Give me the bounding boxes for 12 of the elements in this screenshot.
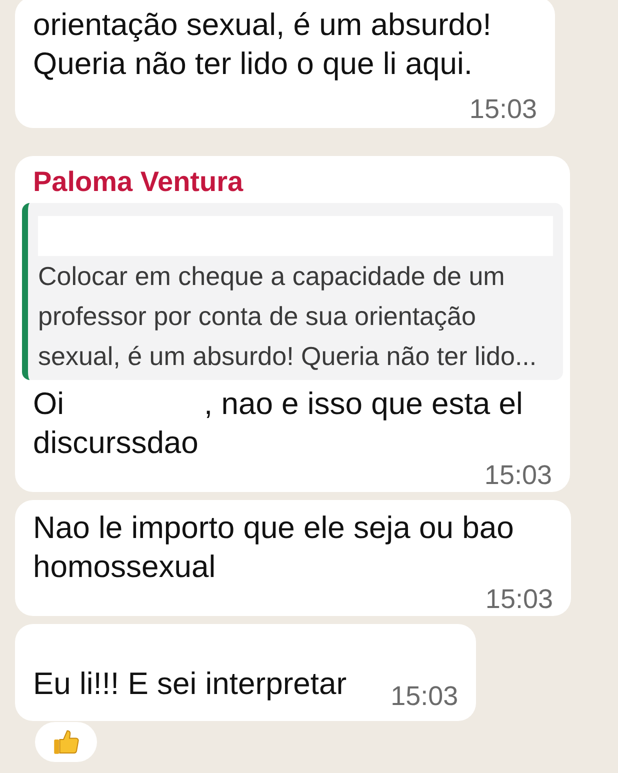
quoted-text: Colocar em cheque a capacidade de um professor por conta de sua orientação sexual, é um absurdo! Queria não ter lido... [38, 260, 538, 373]
message-time: 15:03 [469, 96, 537, 122]
sender-name: Paloma Ventura [32, 168, 244, 196]
reaction-badge[interactable] [35, 722, 97, 762]
message-time: 15:03 [485, 586, 553, 612]
quoted-message[interactable]: Colocar em cheque a capacidade de um professor por conta de sua orientação sexual, é um absurdo! Queria não ter lido... [22, 203, 563, 380]
message-text: Oi , nao e isso que esta el discurssdao [32, 385, 524, 462]
message-text: Nao le importo que ele seja ou bao homossexual [33, 509, 515, 586]
message-time: 15:03 [484, 462, 552, 488]
message-time: 15:03 [390, 683, 458, 709]
message-text: Eu li!!! E sei interpretar [33, 665, 347, 703]
message-text: orientação sexual, é um absurdo! Queria não ter lido o que li aqui. [33, 6, 492, 83]
